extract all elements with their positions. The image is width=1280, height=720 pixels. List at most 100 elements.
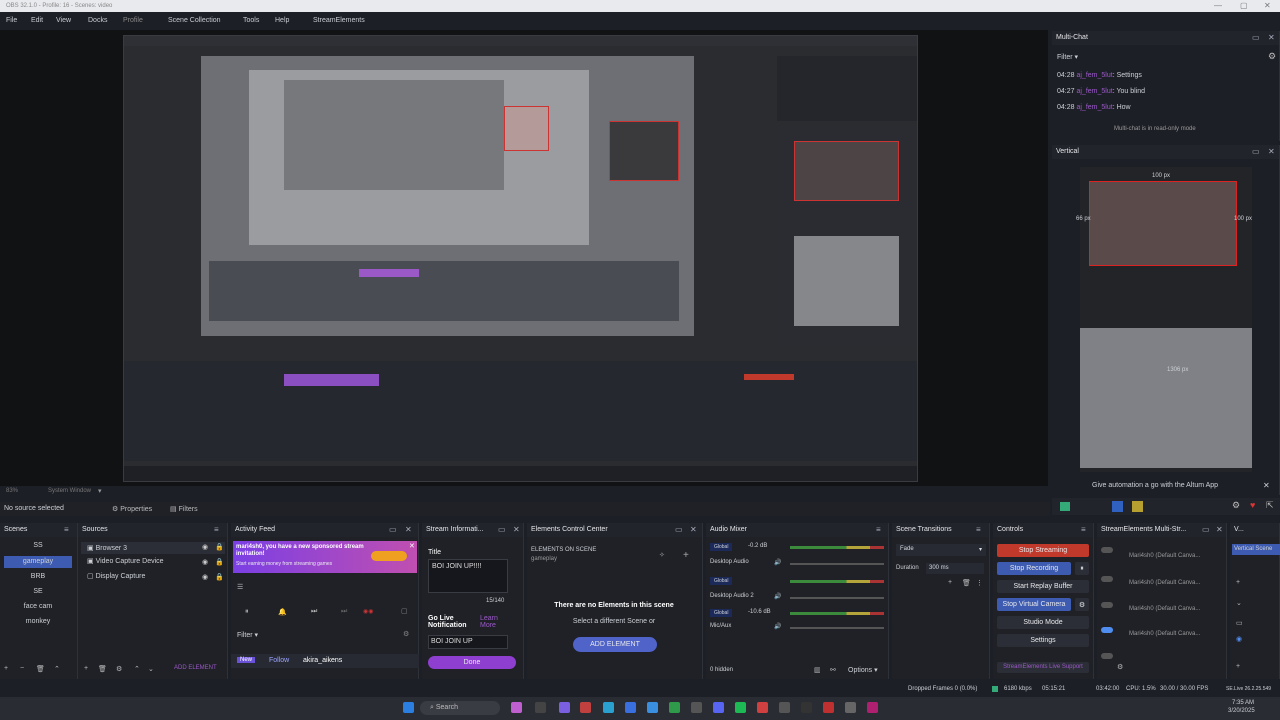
activity-filter[interactable]: Filter ▾ <box>237 631 258 639</box>
dock-menu-icon[interactable]: ≡ <box>214 525 219 534</box>
gear-icon[interactable]: ⚙ <box>1117 663 1123 671</box>
minimize-icon[interactable]: — <box>1214 1 1222 10</box>
add-source-icon[interactable]: + <box>84 665 88 672</box>
scene-item[interactable]: SS <box>0 542 76 549</box>
skip-next-icon[interactable]: ⏭ <box>341 608 347 616</box>
search-box[interactable]: ⌕ Search <box>420 701 500 715</box>
toggle-switch[interactable] <box>1101 602 1113 608</box>
gear-icon[interactable]: ⚙ <box>1232 500 1240 511</box>
menu-help[interactable]: Help <box>275 17 289 24</box>
golive-input[interactable]: BOI JOIN UP <box>428 635 508 649</box>
app-icon[interactable] <box>757 702 768 713</box>
app-icon[interactable] <box>511 702 522 713</box>
chevron-down-icon[interactable]: ⌄ <box>1236 599 1242 607</box>
add-scene-icon[interactable]: + <box>4 665 8 672</box>
app-icon[interactable] <box>559 702 570 713</box>
menu-docks[interactable]: Docks <box>88 17 107 24</box>
filters-button[interactable]: ▤ Filters <box>170 505 198 513</box>
speaker-icon[interactable]: 🔊 <box>774 559 781 566</box>
close-icon[interactable]: ✕ <box>690 525 697 534</box>
monitor-icon[interactable]: ▭ <box>1236 619 1243 627</box>
stream-icon[interactable] <box>1112 501 1123 512</box>
close-icon[interactable]: ✕ <box>409 542 415 550</box>
multistream-target[interactable]: Mari4sh0 (Default Canva... <box>1129 606 1200 612</box>
volume-slider[interactable] <box>790 563 884 565</box>
title-input[interactable]: BOI JOIN UP!!!! <box>428 559 508 593</box>
close-icon[interactable]: ✕ <box>1264 1 1271 10</box>
toggle-switch[interactable] <box>1101 547 1113 553</box>
banner-button[interactable] <box>371 551 407 561</box>
preview-canvas[interactable] <box>123 35 918 482</box>
delete-icon[interactable]: 🗑 <box>98 665 107 673</box>
delete-icon[interactable]: 🗑 <box>36 665 45 673</box>
app-icon[interactable] <box>691 702 702 713</box>
delete-icon[interactable]: 🗑 <box>962 579 971 587</box>
scene-item[interactable]: face cam <box>0 603 76 610</box>
obs-icon[interactable] <box>801 702 812 713</box>
undock-icon[interactable]: ▭ <box>498 525 506 534</box>
heart-icon[interactable]: ♥ <box>1250 500 1255 510</box>
close-icon[interactable]: ✕ <box>1216 525 1223 534</box>
menu-streamelements[interactable]: StreamElements <box>313 17 365 24</box>
add-icon[interactable]: + <box>1236 579 1240 586</box>
lock-icon[interactable]: 🔒 <box>215 573 224 581</box>
source-item[interactable]: ▣ Video Capture Device <box>81 557 164 565</box>
edge-icon[interactable] <box>603 702 614 713</box>
chevron-down-icon[interactable]: ⌄ <box>148 665 154 673</box>
properties-button[interactable]: ⚙ Properties <box>112 505 152 513</box>
gear-icon[interactable]: ⚙ <box>403 630 409 638</box>
multistream-target[interactable]: Mari4sh0 (Default Canva... <box>1129 553 1200 559</box>
scene-item-selected[interactable]: gameplay <box>4 556 72 568</box>
vertical-webcam-source[interactable] <box>1089 181 1237 266</box>
folder-icon[interactable] <box>1132 501 1143 512</box>
discord-icon[interactable] <box>713 702 724 713</box>
stop-recording-button[interactable]: Stop Recording <box>997 562 1071 575</box>
pause-recording-icon[interactable]: ⏸ <box>1075 562 1089 575</box>
dock-menu-icon[interactable]: ≡ <box>64 525 69 534</box>
mixer-options[interactable]: Options ▾ <box>848 666 878 674</box>
dock-menu-icon[interactable]: ≡ <box>976 525 981 534</box>
dock-menu-icon[interactable]: ≡ <box>876 525 881 534</box>
add-transition-icon[interactable]: + <box>948 579 952 586</box>
record-icon[interactable] <box>1060 502 1070 511</box>
volume-slider[interactable] <box>790 597 884 599</box>
eye-icon[interactable]: ◉ <box>202 558 208 566</box>
gear-icon[interactable]: ⚙ <box>1075 598 1089 611</box>
lock-icon[interactable]: 🔒 <box>215 558 224 566</box>
start-icon[interactable] <box>403 702 414 713</box>
close-icon[interactable]: ✕ <box>1268 147 1275 156</box>
multistream-target[interactable]: Mari4sh0 (Default Canva... <box>1129 580 1200 586</box>
source-item[interactable]: ▢ Display Capture <box>81 572 145 580</box>
eye-icon[interactable]: ◉ <box>202 573 208 581</box>
learn-more-link[interactable]: Learn More <box>480 615 506 629</box>
start-replay-buffer-button[interactable]: Start Replay Buffer <box>997 580 1089 593</box>
eye-icon[interactable]: ◉ <box>202 543 208 551</box>
close-icon[interactable]: ✕ <box>513 525 520 534</box>
app-icon[interactable] <box>647 702 658 713</box>
add-icon[interactable]: + <box>683 550 689 561</box>
close-icon[interactable]: ✕ <box>1268 33 1275 42</box>
app-icon[interactable] <box>580 702 591 713</box>
pause-icon[interactable]: ⏸ <box>245 608 249 616</box>
vertical-screen-capture[interactable] <box>1080 328 1252 468</box>
scene-item[interactable]: monkey <box>0 618 76 625</box>
add-icon[interactable]: + <box>1236 663 1240 670</box>
gear-icon[interactable]: ⚙ <box>116 665 122 673</box>
menu-view[interactable]: View <box>56 17 71 24</box>
scene-item[interactable]: BRB <box>0 573 76 580</box>
menu-edit[interactable]: Edit <box>31 17 43 24</box>
link-icon[interactable]: ⚯ <box>830 666 836 674</box>
close-icon[interactable]: ✕ <box>1263 481 1270 490</box>
chevron-down-icon[interactable]: ▾ <box>98 487 102 495</box>
undock-icon[interactable]: ▭ <box>1252 33 1260 42</box>
speaker-icon[interactable]: 🔊 <box>774 593 781 600</box>
remove-scene-icon[interactable]: − <box>20 665 24 672</box>
skip-icon[interactable]: ⏭ <box>311 608 317 616</box>
app-icon[interactable] <box>823 702 834 713</box>
stop-virtual-camera-button[interactable]: Stop Virtual Camera <box>997 598 1071 611</box>
camera-icon[interactable]: ◉ <box>1236 635 1242 643</box>
studio-mode-button[interactable]: Studio Mode <box>997 616 1089 629</box>
transition-select[interactable]: Fade ▾ <box>896 544 986 556</box>
done-button[interactable]: Done <box>428 656 516 669</box>
gear-icon[interactable]: ⚙ <box>1268 51 1276 62</box>
